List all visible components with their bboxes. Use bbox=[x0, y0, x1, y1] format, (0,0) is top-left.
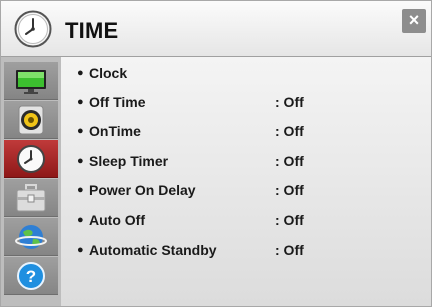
sidebar: ? bbox=[1, 57, 61, 306]
menu-item-value: : Off bbox=[275, 212, 304, 228]
sidebar-item-option[interactable] bbox=[4, 179, 58, 217]
bullet: ● bbox=[77, 125, 84, 137]
menu-content: ● Clock ● Off Time : Off ● OnTime : Off … bbox=[61, 57, 431, 306]
picture-icon bbox=[16, 70, 46, 94]
menu-item-label: Off Time bbox=[89, 94, 146, 110]
network-globe-icon bbox=[15, 225, 47, 249]
bullet: ● bbox=[77, 155, 84, 167]
menu-item-label: Automatic Standby bbox=[89, 242, 217, 258]
page-title: TIME bbox=[65, 18, 119, 43]
sidebar-item-picture[interactable] bbox=[4, 62, 58, 100]
svg-text:?: ? bbox=[26, 267, 36, 286]
menu-item-label: OnTime bbox=[89, 123, 141, 139]
clock-icon bbox=[14, 10, 52, 48]
sidebar-item-time[interactable] bbox=[4, 140, 58, 178]
close-button[interactable]: × bbox=[402, 9, 426, 33]
menu-item-value: : Off bbox=[275, 182, 304, 198]
menu-item-label: Auto Off bbox=[89, 212, 145, 228]
menu-header: TIME × bbox=[1, 1, 431, 56]
sidebar-item-help[interactable]: ? bbox=[4, 257, 58, 295]
bullet: ● bbox=[77, 96, 84, 108]
menu-item-label: Sleep Timer bbox=[89, 153, 169, 169]
help-question-icon: ? bbox=[17, 262, 45, 290]
sidebar-item-network[interactable] bbox=[4, 218, 58, 256]
time-menu-window: TIME × ? ● Clock ● Off Time: Off ● OnTi… bbox=[0, 0, 432, 307]
menu-item-label: Power On Delay bbox=[89, 182, 196, 198]
option-toolbox-icon bbox=[16, 184, 46, 212]
audio-speaker-icon bbox=[18, 105, 44, 135]
bullet: ● bbox=[77, 214, 84, 226]
menu-item-value: : Off bbox=[275, 153, 304, 169]
bullet: ● bbox=[77, 67, 84, 79]
sidebar-item-audio[interactable] bbox=[4, 101, 58, 139]
menu-item-value: : Off bbox=[275, 94, 304, 110]
bullet: ● bbox=[77, 244, 84, 256]
time-clock-icon bbox=[17, 145, 45, 173]
menu-item-label: Clock bbox=[89, 65, 128, 81]
menu-item-value: : Off bbox=[275, 242, 304, 258]
menu-item-value: : Off bbox=[275, 123, 304, 139]
bullet: ● bbox=[77, 184, 84, 196]
